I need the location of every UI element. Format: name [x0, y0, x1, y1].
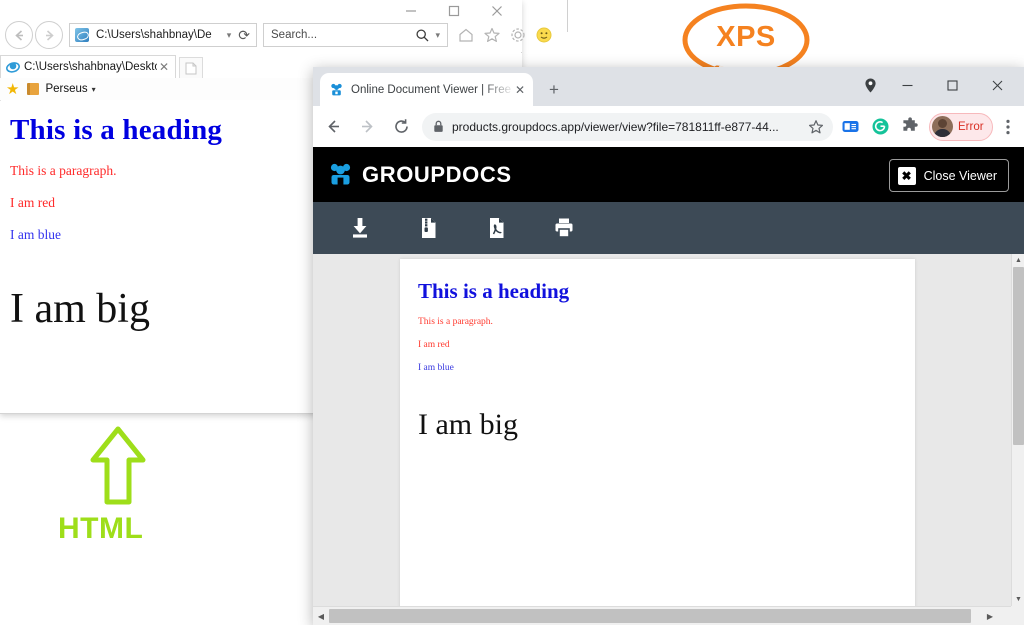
viewer-doc-big-line: I am big — [418, 408, 518, 441]
ie-navigation-bar: C:\Users\shahbnay\De ▾ ⟳ Search... ▾ — [0, 18, 552, 52]
three-dot-menu-icon[interactable] — [996, 115, 1020, 139]
ie-forward-button[interactable] — [35, 21, 63, 49]
ie-address-bar[interactable]: C:\Users\shahbnay\De ▾ ⟳ — [69, 23, 257, 47]
chrome-back-button[interactable] — [319, 113, 347, 141]
document-page: This is a heading This is a paragraph. I… — [400, 259, 915, 606]
ie-search-dropdown-icon[interactable]: ▾ — [435, 30, 440, 41]
reading-list-icon[interactable] — [837, 114, 863, 140]
home-icon[interactable] — [455, 24, 477, 46]
puzzle-extension-icon[interactable] — [897, 114, 923, 140]
vertical-scroll-thumb[interactable] — [1013, 267, 1024, 445]
ie-tab[interactable]: C:\Users\shahbnay\Desktop... ✕ — [0, 55, 176, 78]
groupdocs-toolbar — [313, 202, 1024, 254]
chrome-tab-strip: Online Document Viewer | Free G ✕ + — [313, 67, 1024, 106]
scroll-up-arrow-icon[interactable]: ▲ — [1012, 254, 1024, 267]
background-divider-line — [567, 0, 568, 32]
xps-annotation-label: XPS — [716, 21, 776, 53]
ie-address-dropdown-icon[interactable]: ▾ — [227, 30, 232, 41]
profile-status-label: Error — [958, 120, 984, 133]
scroll-down-arrow-icon[interactable]: ▼ — [1012, 593, 1024, 606]
chrome-profile-chip[interactable]: Error — [929, 112, 993, 141]
groupdocs-favicon-icon — [328, 82, 344, 98]
chrome-tab-title: Online Document Viewer | Free G — [351, 83, 515, 96]
favorites-add-star-icon[interactable]: ★ — [6, 82, 19, 97]
close-viewer-button[interactable]: ✖ Close Viewer — [888, 159, 1009, 192]
groupdocs-logo[interactable]: GROUPDOCS — [327, 161, 512, 188]
smiley-feedback-icon[interactable] — [533, 24, 555, 46]
ie-search-placeholder: Search... — [271, 29, 318, 41]
close-icon: ✖ — [897, 166, 916, 185]
settings-gear-icon[interactable] — [507, 24, 529, 46]
viewer-doc-red-line: I am red — [418, 340, 450, 350]
scroll-left-arrow-icon[interactable]: ◀ — [313, 607, 329, 625]
viewer-doc-blue-line: I am blue — [418, 363, 454, 373]
zip-file-icon[interactable] — [405, 209, 451, 247]
chrome-forward-button[interactable] — [353, 113, 381, 141]
viewer-doc-paragraph: This is a paragraph. — [418, 317, 493, 327]
print-icon[interactable] — [541, 209, 587, 247]
chrome-tab[interactable]: Online Document Viewer | Free G ✕ — [320, 73, 533, 106]
favorites-folder-caret-icon[interactable]: ▾ — [92, 85, 96, 94]
groupdocs-brand-label: GROUPDOCS — [362, 161, 512, 187]
chrome-new-tab-button[interactable]: + — [541, 77, 567, 103]
chrome-tab-close-icon[interactable]: ✕ — [515, 83, 525, 97]
pdf-file-icon[interactable] — [473, 209, 519, 247]
viewer-doc-heading: This is a heading — [418, 279, 570, 303]
ie-tab-title: C:\Users\shahbnay\Desktop... — [24, 61, 157, 73]
download-icon[interactable] — [337, 209, 383, 247]
horizontal-scroll-thumb[interactable] — [329, 609, 971, 623]
scrollbar-corner — [1011, 606, 1024, 625]
viewer-vertical-scrollbar[interactable]: ▲ ▼ — [1011, 254, 1024, 606]
ie-search-box[interactable]: Search... ▾ — [263, 23, 448, 47]
ie-search-icon[interactable] — [415, 28, 430, 43]
chrome-url-text: products.groupdocs.app/viewer/view?file=… — [452, 119, 779, 134]
location-pin-icon[interactable] — [855, 67, 885, 103]
ie-refresh-icon[interactable]: ⟳ — [238, 27, 250, 44]
chrome-minimize-button[interactable] — [885, 68, 930, 102]
chrome-toolbar: products.groupdocs.app/viewer/view?file=… — [313, 106, 1024, 147]
groupdocs-logo-icon — [327, 161, 354, 188]
chrome-maximize-button[interactable] — [930, 68, 975, 102]
ie-back-button[interactable] — [5, 21, 33, 49]
bookmark-star-icon[interactable] — [805, 116, 827, 138]
ie-address-value: C:\Users\shahbnay\De — [96, 29, 212, 41]
favorites-folder-label[interactable]: Perseus — [45, 83, 87, 95]
screen: HTML XPS C:\Users\shahbnay\De ▾ ⟳ Search… — [0, 0, 1024, 625]
scroll-right-arrow-icon[interactable]: ▶ — [982, 607, 998, 625]
chrome-address-bar[interactable]: products.groupdocs.app/viewer/view?file=… — [422, 112, 833, 141]
ie-new-tab-button[interactable] — [179, 57, 203, 78]
chrome-window: Online Document Viewer | Free G ✕ + prod… — [313, 67, 1024, 625]
lock-icon — [433, 120, 444, 133]
ie-toolbar-icons — [455, 24, 555, 46]
ie-tab-close-icon[interactable]: ✕ — [159, 60, 169, 74]
viewer-horizontal-scrollbar[interactable]: ◀ ▶ — [313, 606, 1024, 625]
document-viewport[interactable]: This is a heading This is a paragraph. I… — [313, 254, 1011, 606]
chrome-titlebar-right — [855, 67, 1020, 103]
favorites-star-icon[interactable] — [481, 24, 503, 46]
grammarly-icon[interactable] — [867, 114, 893, 140]
ie-logo-icon — [5, 60, 20, 75]
ie-site-icon — [75, 28, 89, 42]
avatar — [932, 116, 953, 137]
favorites-folder-icon[interactable] — [27, 83, 40, 95]
chrome-reload-button[interactable] — [387, 113, 415, 141]
html-annotation: HTML — [52, 424, 242, 564]
chrome-close-button[interactable] — [975, 68, 1020, 102]
close-viewer-label: Close Viewer — [923, 168, 997, 183]
groupdocs-header: GROUPDOCS ✖ Close Viewer — [313, 147, 1024, 202]
html-annotation-label: HTML — [58, 512, 144, 545]
